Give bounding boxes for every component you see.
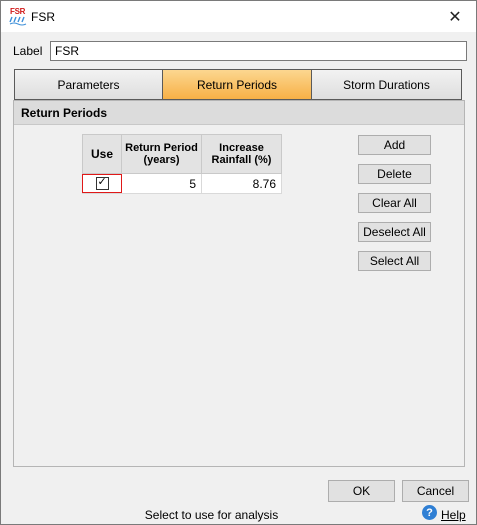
add-button[interactable]: Add [358, 135, 431, 155]
tab-strip: Parameters Return Periods Storm Duration… [14, 69, 462, 100]
column-header-increase-rainfall[interactable]: Increase Rainfall (%) [201, 134, 282, 174]
tab-label: Storm Durations [343, 77, 430, 92]
title-bar: FSR FSR ✕ [1, 1, 476, 32]
panel-title: Return Periods [14, 101, 464, 125]
status-message: Select to use for analysis [144, 508, 279, 522]
help-icon[interactable]: ? [422, 505, 437, 520]
checkbox-checked-icon: ✓ [97, 176, 107, 188]
close-icon: ✕ [448, 8, 462, 26]
clear-all-button[interactable]: Clear All [358, 193, 431, 213]
column-header-return-period[interactable]: Return Period (years) [121, 134, 202, 174]
close-button[interactable]: ✕ [434, 1, 476, 32]
tab-storm-durations[interactable]: Storm Durations [312, 70, 461, 99]
label-caption: Label [13, 44, 43, 58]
return-periods-table: Use Return Period (years) Increase Rainf… [82, 134, 282, 194]
label-input[interactable] [50, 41, 467, 61]
window-title: FSR [31, 10, 55, 24]
column-header-use[interactable]: Use [82, 134, 122, 174]
tab-label: Return Periods [196, 77, 278, 92]
ok-button[interactable]: OK [328, 480, 395, 502]
rain-drops-icon [9, 16, 27, 26]
fsr-dialog: FSR FSR ✕ Label Parameters Return Period… [0, 0, 477, 525]
tab-parameters[interactable]: Parameters [15, 70, 163, 99]
help-link[interactable]: Help [441, 508, 466, 522]
return-periods-panel: Return Periods Use Return Period (years)… [13, 100, 465, 467]
app-icon-text: FSR [10, 7, 26, 16]
use-cell[interactable]: ✓ [82, 173, 122, 194]
table-header-row: Use Return Period (years) Increase Rainf… [82, 134, 282, 174]
select-all-button[interactable]: Select All [358, 251, 431, 271]
use-checkbox[interactable]: ✓ [95, 176, 109, 190]
delete-button[interactable]: Delete [358, 164, 431, 184]
tab-label: Parameters [57, 77, 120, 92]
increase-rainfall-cell[interactable]: 8.76 [201, 173, 282, 194]
fsr-app-icon: FSR [9, 7, 27, 27]
table-row[interactable]: ✓ 5 8.76 [82, 173, 282, 194]
tab-return-periods[interactable]: Return Periods [163, 70, 312, 99]
cancel-button[interactable]: Cancel [402, 480, 469, 502]
return-period-cell[interactable]: 5 [121, 173, 202, 194]
deselect-all-button[interactable]: Deselect All [358, 222, 431, 242]
